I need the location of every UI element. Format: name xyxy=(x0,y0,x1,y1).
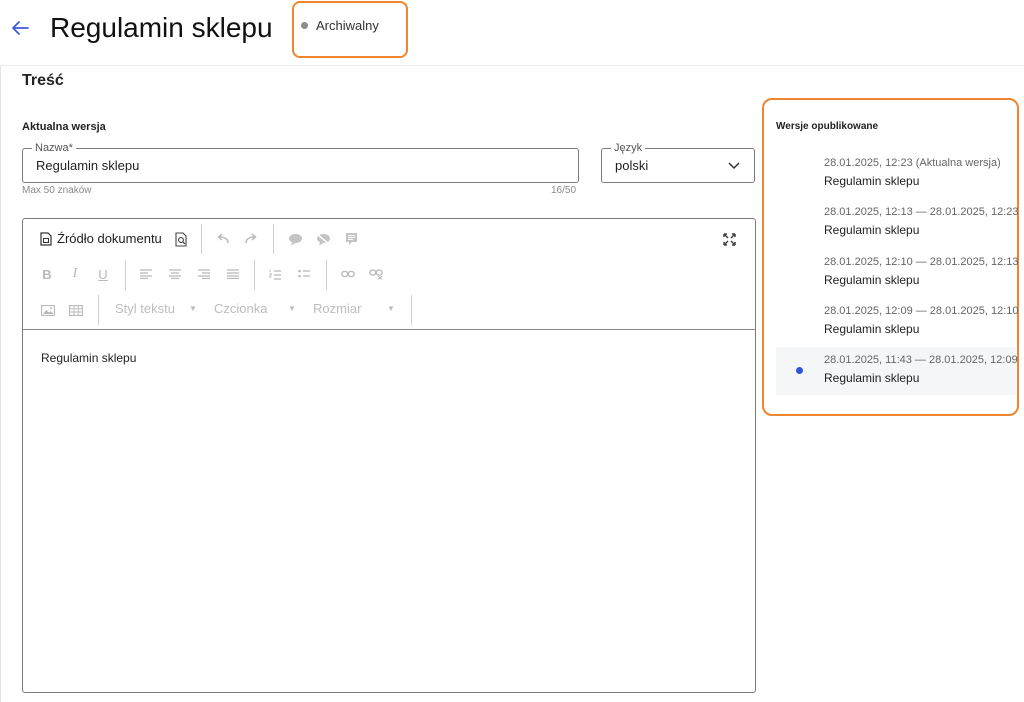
font-select[interactable]: Czcionka ▼ xyxy=(214,301,296,316)
source-document-icon xyxy=(40,231,52,246)
link-svg xyxy=(341,270,355,278)
justify-icon[interactable] xyxy=(224,265,242,283)
rich-text-editor: Źródło dokumentu B I U Styl tekstu ▼ Czc… xyxy=(22,218,756,693)
image-icon[interactable] xyxy=(39,301,57,319)
page-title: Regulamin sklepu xyxy=(50,12,273,43)
content-divider xyxy=(0,66,1,702)
redo-svg xyxy=(245,233,257,244)
text-style-select[interactable]: Styl tekstu ▼ xyxy=(115,301,197,316)
version-item[interactable]: 28.01.2025, 12:13 — 28.01.2025, 12:23 Re… xyxy=(776,199,1019,247)
preview-icon[interactable] xyxy=(173,231,189,247)
align-center-svg xyxy=(169,269,181,279)
text-style-arrow-icon: ▼ xyxy=(189,304,197,313)
toolbar-separator xyxy=(254,260,255,290)
font-arrow-icon: ▼ xyxy=(288,304,296,313)
numbered-list-icon[interactable] xyxy=(266,265,284,283)
version-name: Regulamin sklepu xyxy=(824,174,920,188)
version-name: Regulamin sklepu xyxy=(824,223,920,237)
selected-version-dot-icon xyxy=(796,367,803,374)
source-document-button[interactable]: Źródło dokumentu xyxy=(40,231,162,246)
version-item-selected[interactable]: 28.01.2025, 11:43 — 28.01.2025, 12:09 Re… xyxy=(776,347,1018,395)
section-title: Treść xyxy=(22,72,64,89)
status-label: Archiwalny xyxy=(316,18,379,33)
fullscreen-svg xyxy=(722,232,736,246)
toolbar-separator xyxy=(411,295,412,325)
version-name: Regulamin sklepu xyxy=(824,273,920,287)
redo-icon[interactable] xyxy=(242,231,260,247)
text-style-label: Styl tekstu xyxy=(115,301,175,316)
align-left-svg xyxy=(140,269,152,279)
editor-content-area[interactable]: Regulamin sklepu xyxy=(23,331,755,692)
status-dot-icon xyxy=(301,22,308,29)
language-select-label: Język xyxy=(611,141,646,155)
size-arrow-icon: ▼ xyxy=(387,304,395,313)
version-date: 28.01.2025, 12:13 — 28.01.2025, 12:23 xyxy=(824,206,1019,218)
fullscreen-icon[interactable] xyxy=(720,231,738,247)
comments-list-icon[interactable] xyxy=(342,231,360,247)
language-select-value: polski xyxy=(615,158,649,173)
version-date: 28.01.2025, 11:43 — 28.01.2025, 12:09 xyxy=(824,354,1018,366)
size-select[interactable]: Rozmiar ▼ xyxy=(313,301,395,316)
current-version-label: Aktualna wersja xyxy=(22,121,106,133)
chevron-down-icon xyxy=(728,162,740,170)
source-document-label: Źródło dokumentu xyxy=(57,231,162,246)
version-item[interactable]: 28.01.2025, 12:09 — 28.01.2025, 12:10 Re… xyxy=(776,298,1019,346)
preview-svg xyxy=(174,231,187,247)
editor-toolbar: Źródło dokumentu B I U Styl tekstu ▼ Czc… xyxy=(23,219,755,330)
toolbar-separator xyxy=(326,260,327,290)
page-header: Regulamin sklepu Archiwalny xyxy=(0,0,1024,66)
align-center-icon[interactable] xyxy=(166,265,184,283)
align-right-icon[interactable] xyxy=(195,265,213,283)
align-left-icon[interactable] xyxy=(137,265,155,283)
toolbar-separator xyxy=(98,295,99,325)
justify-svg xyxy=(227,269,239,279)
hide-comments-icon[interactable] xyxy=(314,231,332,247)
editor-content-text: Regulamin sklepu xyxy=(41,351,137,365)
align-right-svg xyxy=(198,269,210,279)
version-name: Regulamin sklepu xyxy=(824,322,920,336)
hide-comments-svg xyxy=(315,232,331,246)
version-item[interactable]: 28.01.2025, 12:10 — 28.01.2025, 12:13 Re… xyxy=(776,249,1019,297)
unlink-icon[interactable] xyxy=(367,265,385,283)
undo-icon[interactable] xyxy=(214,231,232,247)
comments-list-svg xyxy=(345,233,357,245)
bold-button[interactable]: B xyxy=(39,265,55,283)
version-date: 28.01.2025, 12:23 (Aktualna wersja) xyxy=(824,157,1001,169)
name-field-counter: 16/50 xyxy=(551,185,577,196)
version-date: 28.01.2025, 12:09 — 28.01.2025, 12:10 xyxy=(824,305,1019,317)
font-label: Czcionka xyxy=(214,301,268,316)
comment-svg xyxy=(288,233,302,245)
underline-button[interactable]: U xyxy=(95,265,111,283)
link-icon[interactable] xyxy=(339,265,357,283)
status-badge: Archiwalny xyxy=(301,18,379,33)
version-item[interactable]: 28.01.2025, 12:23 (Aktualna wersja) Regu… xyxy=(776,150,1016,198)
numbered-list-svg xyxy=(269,269,281,280)
table-icon[interactable] xyxy=(67,301,85,319)
versions-title: Wersje opublikowane xyxy=(776,121,879,132)
toolbar-separator xyxy=(273,224,274,254)
version-name: Regulamin sklepu xyxy=(824,371,920,385)
toolbar-separator xyxy=(125,260,126,290)
table-svg xyxy=(69,304,83,316)
version-date: 28.01.2025, 12:10 — 28.01.2025, 12:13 xyxy=(824,256,1019,268)
name-field-value[interactable]: Regulamin sklepu xyxy=(36,158,139,173)
bulleted-list-svg xyxy=(298,269,310,277)
italic-button[interactable]: I xyxy=(67,265,83,283)
language-select[interactable]: Język polski xyxy=(601,141,755,183)
bulleted-list-icon[interactable] xyxy=(295,265,313,283)
image-svg xyxy=(41,304,55,316)
name-field-hint: Max 50 znaków xyxy=(22,185,92,196)
name-field-label: Nazwa* xyxy=(32,141,76,155)
arrow-left-icon[interactable] xyxy=(8,14,32,42)
comment-icon[interactable] xyxy=(286,231,304,247)
name-field[interactable]: Nazwa* Regulamin sklepu xyxy=(22,141,579,183)
size-label: Rozmiar xyxy=(313,301,362,316)
unlink-svg xyxy=(368,268,383,280)
back-arrow-svg xyxy=(12,21,29,35)
undo-svg xyxy=(217,233,229,244)
toolbar-separator xyxy=(201,224,202,254)
